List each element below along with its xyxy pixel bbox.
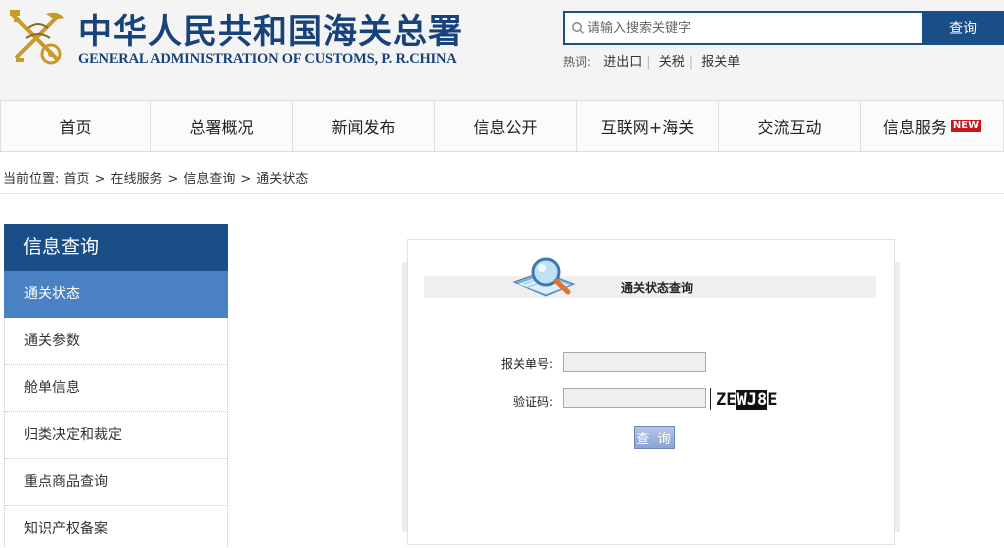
hot-word-link[interactable]: 进出口 (603, 55, 642, 70)
panel-title: 通关状态查询 (621, 281, 694, 295)
breadcrumb-prefix: 当前位置: (3, 172, 60, 187)
sidebar-item-clearance-params[interactable]: 通关参数 (4, 318, 228, 365)
sidebar-title: 信息查询 (4, 224, 228, 271)
sidebar: 信息查询 通关状态 通关参数 舱单信息 归类决定和裁定 重点商品查询 知识产权备… (4, 224, 228, 548)
sidebar-item-key-goods[interactable]: 重点商品查询 (4, 459, 228, 506)
declaration-number-label: 报关单号: (501, 357, 554, 371)
sidebar-item-ip-filing[interactable]: 知识产权备案 (4, 506, 228, 548)
nav-item-info-service[interactable]: 信息服务 NEW (861, 101, 1004, 151)
search-box (563, 11, 923, 45)
nav-item-label: 总署概况 (189, 118, 254, 137)
hot-words-label: 热词: (563, 55, 592, 69)
nav-item-news[interactable]: 新闻发布 (293, 101, 435, 151)
nav-item-home[interactable]: 首页 (0, 101, 151, 151)
nav-item-disclosure[interactable]: 信息公开 (435, 101, 577, 151)
captcha-text: ZE (716, 390, 737, 410)
site-header: 中华人民共和国海关总署 GENERAL ADMINISTRATION OF CU… (0, 0, 1004, 100)
divider (0, 193, 1004, 194)
divider: | (688, 55, 694, 70)
nav-item-interaction[interactable]: 交流互动 (719, 101, 861, 151)
declaration-number-input[interactable] (563, 352, 706, 372)
breadcrumb-info-query[interactable]: 信息查询 (183, 172, 235, 187)
clearance-query-panel: 通关状态查询 报关单号: 验证码: ZEWJ8E 查 询 (407, 239, 895, 545)
breadcrumb-separator: > (240, 172, 252, 187)
magnifier-book-icon (512, 257, 576, 297)
new-badge: NEW (950, 120, 982, 132)
search-icon (572, 22, 585, 35)
nav-item-overview[interactable]: 总署概况 (151, 101, 293, 151)
sidebar-item-manifest[interactable]: 舱单信息 (4, 365, 228, 412)
captcha-image[interactable]: ZEWJ8E (716, 390, 777, 412)
search-button[interactable]: 查询 (922, 11, 1004, 45)
breadcrumb-home[interactable]: 首页 (64, 172, 90, 187)
captcha-text: WJ8 (736, 390, 768, 410)
captcha-text: E (767, 390, 778, 410)
captcha-label: 验证码: (513, 395, 554, 409)
divider: | (646, 55, 651, 70)
breadcrumb-online-service[interactable]: 在线服务 (110, 172, 162, 187)
hot-words: 热词: 进出口 | 关税 | 报关单 (563, 51, 740, 70)
customs-emblem-icon[interactable] (6, 8, 70, 70)
sidebar-item-clearance-status[interactable]: 通关状态 (4, 271, 228, 318)
nav-item-label: 信息公开 (473, 118, 538, 137)
sidebar-item-classification[interactable]: 归类决定和裁定 (4, 412, 228, 459)
nav-item-label: 信息服务 (882, 118, 947, 137)
search-input[interactable] (587, 17, 917, 39)
breadcrumb: 当前位置: 首页 > 在线服务 > 信息查询 > 通关状态 (3, 168, 308, 187)
breadcrumb-current: 通关状态 (256, 172, 309, 187)
hot-word-link[interactable]: 报关单 (701, 55, 740, 70)
captcha-input[interactable] (563, 388, 706, 408)
query-submit-button[interactable]: 查 询 (634, 426, 675, 449)
nav-item-internet-customs[interactable]: 互联网+海关 (577, 101, 719, 151)
nav-item-label: 交流互动 (757, 118, 822, 137)
breadcrumb-separator: > (167, 172, 179, 187)
nav-item-label: 首页 (59, 118, 92, 137)
nav-item-label: 新闻发布 (331, 118, 396, 137)
nav-item-label: 互联网+海关 (600, 118, 695, 137)
hot-word-link[interactable]: 关税 (659, 55, 685, 70)
site-title-cn[interactable]: 中华人民共和国海关总署 (78, 4, 463, 53)
breadcrumb-separator: > (94, 172, 106, 187)
site-title-en[interactable]: GENERAL ADMINISTRATION OF CUSTOMS, P. R.… (78, 51, 457, 68)
divider (710, 388, 711, 410)
main-nav: 首页 总署概况 新闻发布 信息公开 互联网+海关 交流互动 信息服务 NEW (0, 100, 1004, 152)
